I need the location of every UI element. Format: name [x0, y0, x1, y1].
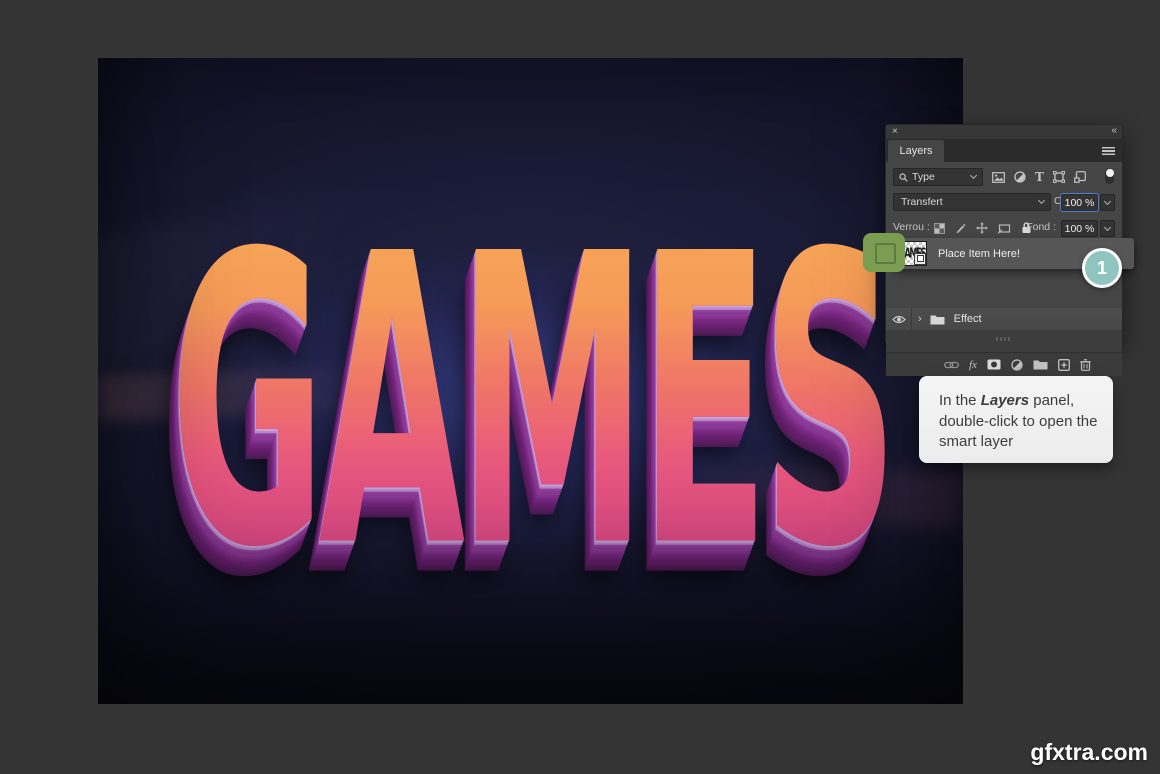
opacity-input[interactable]: 100 % — [1061, 194, 1098, 211]
smart-object-badge-icon — [914, 253, 926, 265]
filter-type-select[interactable]: Type — [893, 168, 983, 186]
fill-dropdown-button[interactable] — [1100, 220, 1115, 237]
expand-chevron-icon[interactable]: › — [918, 313, 922, 325]
panel-titlebar: × « — [886, 125, 1122, 140]
games-title-face: GAMES — [170, 202, 891, 602]
smart-object-filter-icon[interactable] — [1074, 171, 1086, 183]
layer-name: Effect — [954, 313, 982, 325]
fill-input[interactable]: 100 % — [1061, 220, 1098, 237]
collapse-panel-icon[interactable]: « — [1111, 125, 1116, 136]
filter-toggle-icon[interactable] — [1105, 169, 1114, 184]
layers-empty-area — [886, 330, 1122, 352]
shape-layer-icon[interactable] — [1053, 171, 1065, 183]
chevron-down-icon — [1104, 197, 1111, 204]
magnifier-icon — [899, 173, 908, 182]
lock-transparency-icon[interactable] — [934, 223, 945, 234]
blend-mode-value: Transfert — [901, 196, 943, 208]
instruction-tooltip: In the Layers panel, double-click to ope… — [919, 376, 1113, 463]
group-folder-icon — [930, 314, 945, 325]
adjustment-icon[interactable] — [1011, 359, 1023, 371]
tab-layers[interactable]: Layers — [888, 140, 944, 162]
chevron-down-icon — [970, 172, 977, 179]
link-icon[interactable] — [944, 361, 959, 369]
light-streak — [98, 365, 399, 421]
games-3d-title: GAMES GAMES — [170, 202, 891, 602]
blend-row: Transfert Opacité : 100 % — [886, 191, 1122, 213]
games-title-extrude: GAMES — [170, 202, 891, 602]
new-layer-icon[interactable] — [1058, 359, 1070, 371]
panel-tab-row: Layers — [886, 140, 1122, 162]
chevron-down-icon — [1038, 197, 1045, 204]
lock-artboard-icon[interactable] — [998, 223, 1011, 234]
tooltip-text-emphasis: Layers — [981, 392, 1029, 409]
lock-icons — [934, 220, 1032, 236]
blend-mode-select[interactable]: Transfert — [893, 193, 1051, 211]
fx-icon[interactable]: fx — [969, 359, 977, 371]
click-target-indicator — [863, 233, 905, 272]
filter-type-value: Type — [912, 171, 935, 183]
filter-row: Type T — [886, 165, 1122, 189]
delete-icon[interactable] — [1080, 359, 1091, 371]
fill-label: Fond : — [1026, 221, 1056, 233]
close-icon[interactable]: × — [892, 126, 898, 137]
lock-move-icon[interactable] — [976, 222, 988, 234]
layer-name: Place Item Here! — [938, 248, 1020, 260]
pixel-layer-icon[interactable] — [992, 172, 1005, 183]
panel-toolbar: fx — [886, 352, 1122, 376]
panel-menu-icon[interactable] — [1102, 147, 1115, 155]
visibility-cell[interactable] — [886, 308, 912, 330]
layer-row-effect[interactable]: › Effect — [886, 308, 1122, 330]
step-badge: 1 — [1082, 248, 1122, 288]
type-layer-icon[interactable]: T — [1035, 170, 1044, 184]
lock-row: Verrou : Fond : 100 % — [886, 217, 1122, 239]
filter-kind-icons: T — [992, 168, 1092, 186]
eye-icon — [892, 315, 906, 324]
layers-panel: × « Layers Type — [885, 124, 1123, 344]
opacity-dropdown-button[interactable] — [1100, 194, 1115, 211]
watermark: gfxtra.com — [1030, 739, 1148, 766]
adjustment-layer-icon[interactable] — [1014, 171, 1026, 183]
layer-mask-icon[interactable] — [987, 359, 1001, 370]
chevron-down-icon — [1104, 223, 1111, 230]
light-streak — [632, 460, 963, 527]
panel-resize-grip[interactable] — [996, 337, 1012, 341]
tooltip-text-prefix: In the — [939, 392, 981, 409]
new-group-icon[interactable] — [1033, 359, 1048, 370]
lock-paint-icon[interactable] — [955, 223, 966, 234]
lock-label: Verrou : — [893, 221, 930, 233]
light-streak — [98, 173, 486, 374]
artwork-canvas: GAMES GAMES — [98, 58, 963, 704]
